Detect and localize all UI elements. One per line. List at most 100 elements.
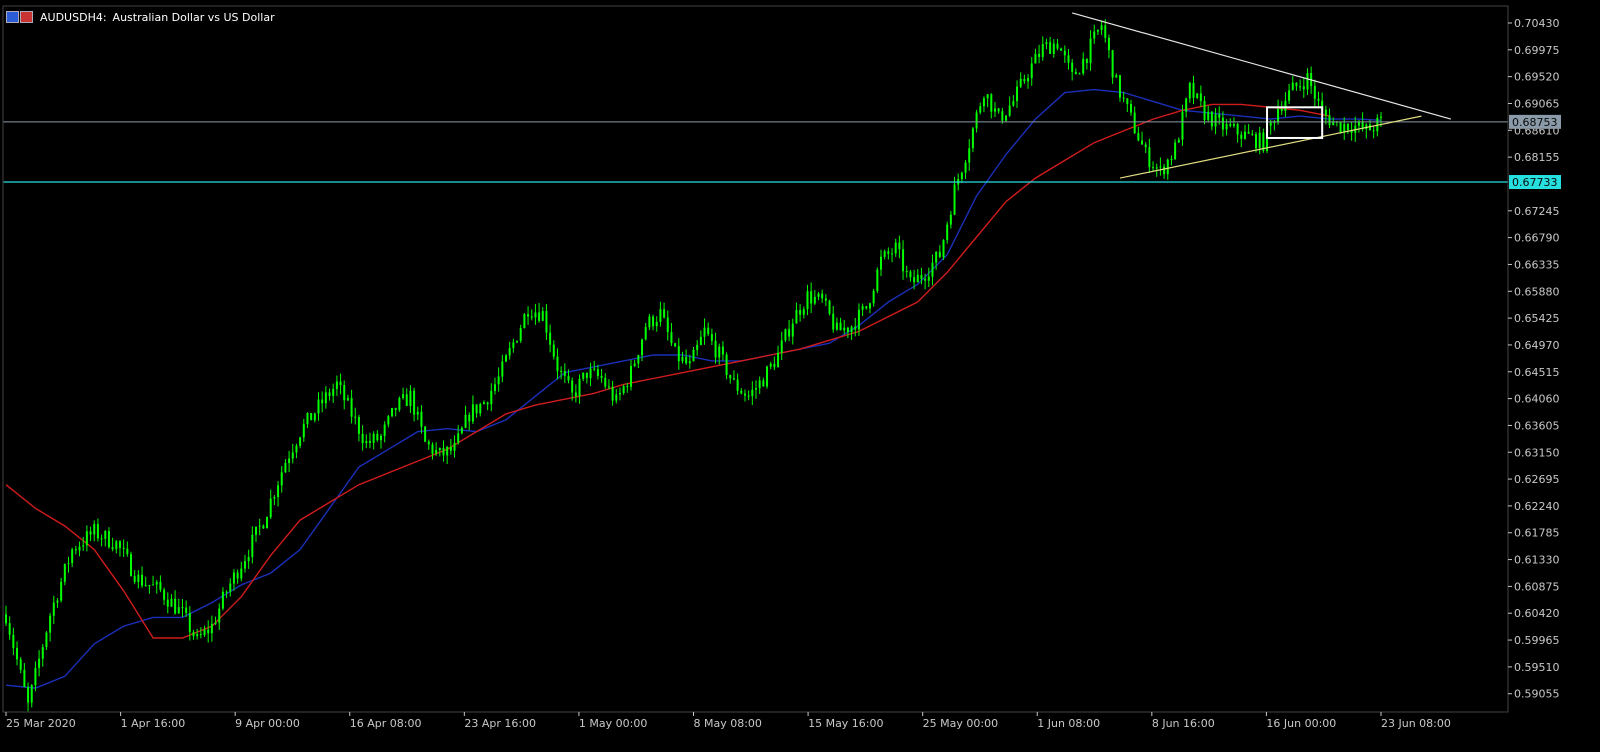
candle-body [876,269,879,291]
candle-body [1236,124,1239,135]
candle-body [27,686,30,703]
x-tick-label: 16 Apr 08:00 [350,717,422,730]
candle-body [1210,111,1213,127]
candle-body [714,340,717,358]
candle-body [5,614,7,624]
candle-body [949,214,952,225]
price-chart[interactable]: 0.704300.699750.695200.690650.686100.681… [0,0,1600,748]
y-tick-label: 0.64060 [1514,393,1560,406]
candle-body [251,534,254,558]
candle-body [696,344,699,350]
candle-body [964,162,967,173]
x-tick-label: 1 May 00:00 [579,717,647,730]
candle-body [747,395,750,397]
candle-body [751,389,754,397]
candle-body [1174,142,1177,160]
candle-body [685,356,688,364]
candle-body [1096,30,1099,32]
candle-body [618,392,621,395]
candle-body [12,634,15,648]
candle-body [464,414,467,428]
candle-body [482,402,485,405]
candle-body [1328,115,1331,126]
candle-body [1148,147,1151,168]
candle-body [8,623,11,635]
candle-body [527,314,530,317]
candle-body [302,424,305,438]
candle-body [405,394,408,406]
x-tick-label: 1 Jun 08:00 [1037,717,1100,730]
candle-body [802,309,805,315]
candle-body [1104,25,1107,38]
candle-body [942,240,945,258]
candle-body [784,329,787,341]
candle-body [1049,42,1052,54]
candle-body [1181,111,1184,140]
candle-body [663,309,666,318]
candle-body [1269,122,1272,126]
candle-body [225,591,228,593]
candle-body [284,462,287,473]
candle-body [960,172,963,180]
candle-body [1045,42,1048,45]
candle-body [427,441,430,445]
candle-body [100,538,103,540]
candle-body [743,393,746,396]
candle-body [34,667,37,686]
candle-body [600,375,603,378]
candle-body [835,322,838,330]
candle-body [354,416,357,418]
candle-body [916,274,919,283]
candle-body [1317,98,1320,101]
candle-body [1258,132,1261,149]
candle-body [1166,159,1169,175]
y-tick-label: 0.69065 [1514,97,1560,110]
support-level-tag: 0.67733 [1512,176,1558,189]
candle-body [574,392,577,397]
candle-body [199,634,202,636]
candle-body [1207,111,1210,121]
y-tick-label: 0.69975 [1514,44,1560,57]
candle [784,328,787,343]
candle-body [1100,25,1103,31]
candle-body [243,561,246,569]
candle-body [788,329,791,337]
candle-body [615,394,618,401]
candle-body [1372,130,1375,132]
candle-body [321,399,324,404]
candle-body [611,386,614,401]
candle-body [755,388,757,390]
candle-body [1299,86,1302,88]
candle [766,365,769,389]
y-tick-label: 0.70430 [1514,17,1560,30]
y-tick-label: 0.64515 [1514,366,1560,379]
candle-body [266,517,269,529]
x-tick-label: 23 Jun 08:00 [1381,717,1451,730]
candle-body [71,549,74,564]
candle-body [641,339,644,356]
candle-body [1214,114,1217,127]
candle-body [567,375,570,381]
candle [45,631,48,650]
candle-body [85,531,88,546]
candle-body [968,148,971,163]
candle-body [166,599,169,607]
candle-body [607,386,610,388]
candle [424,425,427,443]
candle-body [707,327,710,335]
candle-body [413,390,416,415]
y-tick-label: 0.67245 [1514,205,1560,218]
candle-body [446,446,449,456]
candle-body [1052,43,1055,54]
candle-body [868,303,871,309]
candle-body [721,346,724,355]
candle-body [905,271,908,273]
candle-body [207,629,210,634]
candle-body [361,433,364,444]
candle-body [508,348,511,356]
candle-body [909,271,912,278]
chart-window[interactable]: 0.70430 0.69975 0.69520 0.69065 0.68610 0.681… [0,0,1600,748]
y-tick-label: 0.61785 [1514,527,1560,540]
symbol-description: Australian Dollar vs US Dollar [112,10,275,24]
candle-body [626,386,629,388]
